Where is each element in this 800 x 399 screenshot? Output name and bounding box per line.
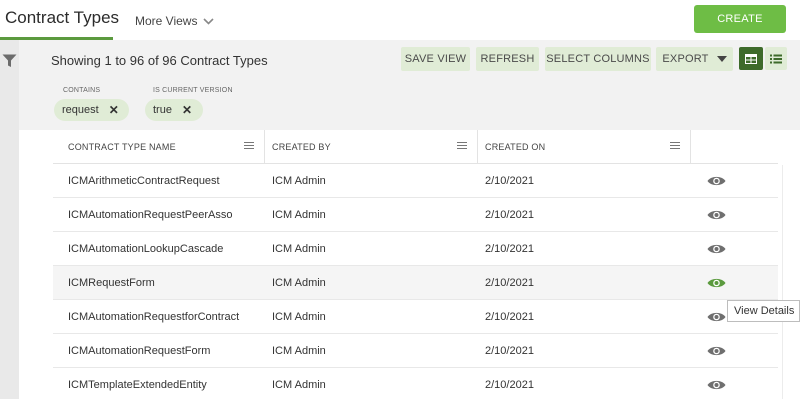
table-row[interactable]: ICMAutomationRequestForm ICM Admin 2/10/…	[53, 334, 778, 368]
eye-icon[interactable]	[707, 311, 726, 323]
filter-chip-current-version: true ✕	[145, 99, 203, 121]
filter-chip-contains: request ✕	[54, 99, 129, 121]
table-header: CONTRACT TYPE NAME CREATED BY CREATED ON	[53, 130, 778, 164]
filter-icon	[2, 54, 17, 67]
created-by: ICM Admin	[272, 311, 326, 323]
created-on: 2/10/2021	[485, 345, 534, 357]
created-on: 2/10/2021	[485, 311, 534, 323]
close-icon[interactable]: ✕	[182, 103, 192, 117]
eye-icon[interactable]	[707, 277, 726, 289]
eye-icon[interactable]	[707, 345, 726, 357]
eye-icon[interactable]	[707, 379, 726, 391]
filter-label-contains: CONTAINS	[63, 87, 101, 94]
created-on: 2/10/2021	[485, 379, 534, 391]
table-row[interactable]: ICMAutomationLookupCascade ICM Admin 2/1…	[53, 232, 778, 266]
menu-icon[interactable]	[457, 142, 467, 151]
created-by: ICM Admin	[272, 243, 326, 255]
created-on: 2/10/2021	[485, 243, 534, 255]
export-label: EXPORT	[662, 53, 709, 65]
created-on: 2/10/2021	[485, 175, 534, 187]
chevron-down-icon	[203, 17, 215, 25]
list-view-icon	[770, 54, 782, 63]
close-icon[interactable]: ✕	[109, 103, 119, 117]
created-on: 2/10/2021	[485, 209, 534, 221]
more-views-label: More Views	[135, 14, 198, 28]
table-row[interactable]: ICMAutomationRequestPeerAsso ICM Admin 2…	[53, 198, 778, 232]
contract-type-name: ICMAutomationRequestForm	[68, 345, 211, 357]
created-by: ICM Admin	[272, 345, 326, 357]
view-details-tooltip: View Details	[727, 300, 800, 322]
column-divider[interactable]	[477, 130, 478, 164]
created-by: ICM Admin	[272, 209, 326, 221]
table-scrollbar[interactable]	[782, 165, 790, 399]
contract-type-name: ICMArithmeticContractRequest	[68, 175, 220, 187]
table-row[interactable]: ICMTemplateExtendedEntity ICM Admin 2/10…	[53, 368, 778, 399]
create-button[interactable]: CREATE	[694, 5, 786, 33]
list-view-button[interactable]	[765, 47, 787, 70]
results-count: Showing 1 to 96 of 96 Contract Types	[51, 53, 268, 68]
menu-icon[interactable]	[670, 142, 680, 151]
column-header-created-on[interactable]: CREATED ON	[485, 130, 545, 164]
created-on: 2/10/2021	[485, 277, 534, 289]
select-columns-button[interactable]: SELECT COLUMNS	[545, 47, 651, 71]
table-body: ICMArithmeticContractRequest ICM Admin 2…	[53, 164, 778, 399]
grid-view-button[interactable]	[739, 47, 763, 70]
save-view-button[interactable]: SAVE VIEW	[401, 47, 470, 71]
created-by: ICM Admin	[272, 175, 326, 187]
column-divider[interactable]	[264, 130, 265, 164]
eye-icon[interactable]	[707, 175, 726, 187]
filter-panel-toggle[interactable]	[0, 40, 19, 399]
column-divider[interactable]	[690, 130, 691, 164]
column-header-name[interactable]: CONTRACT TYPE NAME	[68, 130, 176, 164]
refresh-button[interactable]: REFRESH	[476, 47, 539, 71]
contract-type-name: ICMTemplateExtendedEntity	[68, 379, 207, 391]
eye-icon[interactable]	[707, 243, 726, 255]
filter-label-current-version: IS CURRENT VERSION	[153, 87, 233, 94]
menu-icon[interactable]	[244, 142, 254, 151]
chevron-down-icon	[716, 56, 727, 62]
created-by: ICM Admin	[272, 379, 326, 391]
filter-value: request	[62, 104, 99, 116]
contract-type-name: ICMAutomationRequestPeerAsso	[68, 209, 233, 221]
contract-type-name: ICMAutomationLookupCascade	[68, 243, 224, 255]
table-row[interactable]: ICMAutomationRequestforContract ICM Admi…	[53, 300, 778, 334]
export-button[interactable]: EXPORT	[656, 47, 733, 71]
filter-value: true	[153, 104, 172, 116]
created-by: ICM Admin	[272, 277, 326, 289]
page-title: Contract Types	[5, 8, 120, 27]
contract-type-name: ICMRequestForm	[68, 277, 155, 289]
eye-icon[interactable]	[707, 209, 726, 221]
grid-view-icon	[745, 53, 757, 64]
page-header: Contract Types More Views CREATE	[0, 0, 800, 40]
more-views-dropdown[interactable]: More Views	[135, 14, 215, 28]
table-row[interactable]: ICMArithmeticContractRequest ICM Admin 2…	[53, 164, 778, 198]
contract-type-name: ICMAutomationRequestforContract	[68, 311, 240, 323]
table-row[interactable]: ICMRequestForm ICM Admin 2/10/2021	[53, 266, 778, 300]
column-header-created-by[interactable]: CREATED BY	[272, 130, 331, 164]
